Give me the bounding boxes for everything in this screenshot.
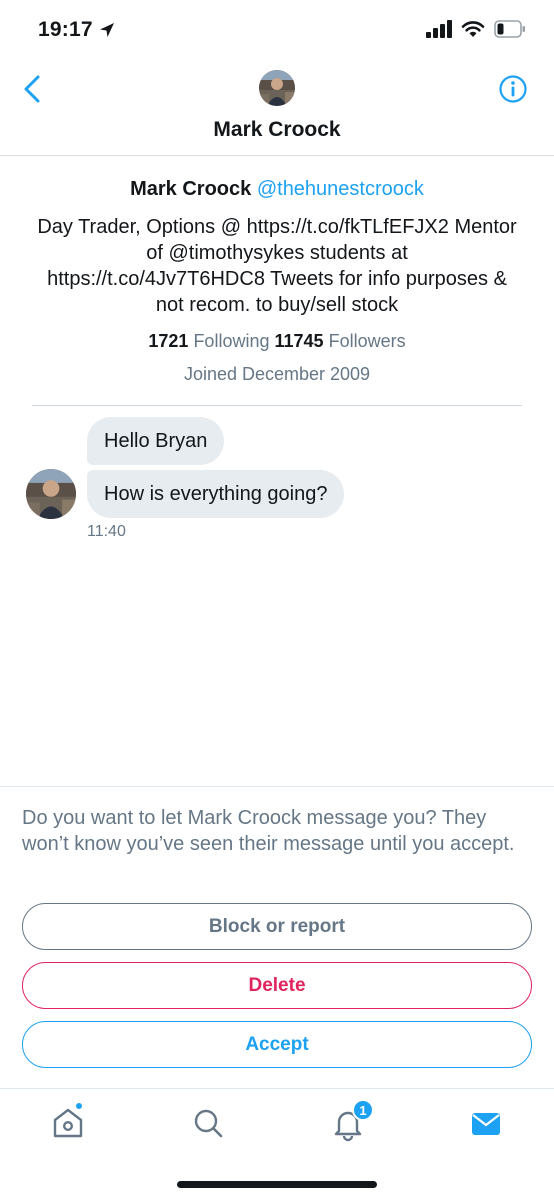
accept-button[interactable]: Accept xyxy=(22,1021,532,1068)
following-count[interactable]: 1721 xyxy=(148,331,188,351)
search-icon xyxy=(194,1109,223,1138)
tab-notifications[interactable]: 1 xyxy=(328,1099,374,1143)
notifications-badge: 1 xyxy=(352,1099,374,1121)
tab-search[interactable] xyxy=(188,1103,228,1143)
conversation-header: Mark Croock xyxy=(0,62,554,156)
location-arrow-icon xyxy=(99,23,114,37)
followers-count[interactable]: 11745 xyxy=(275,331,324,351)
message-text: How is everything going? xyxy=(104,482,328,505)
sender-avatar[interactable] xyxy=(26,469,76,519)
tab-home[interactable] xyxy=(48,1101,88,1143)
avatar-image xyxy=(259,70,295,106)
profile-stats: 1721 Following 11745 Followers xyxy=(0,328,554,354)
message-text: Hello Bryan xyxy=(104,429,208,452)
followers-label[interactable]: Followers xyxy=(329,331,406,351)
request-prompt: Do you want to let Mark Croock message y… xyxy=(22,807,515,855)
header-avatar[interactable] xyxy=(259,70,295,106)
profile-summary: Mark Croock @thehunestcroock Day Trader,… xyxy=(0,170,554,387)
status-time: 19:17 xyxy=(38,18,93,41)
profile-handle[interactable]: @thehunestcroock xyxy=(257,178,424,200)
cellular-signal-icon xyxy=(426,20,452,38)
status-time-group: 19:17 xyxy=(38,18,115,42)
mail-icon xyxy=(472,1113,500,1135)
profile-joined-date: Joined December 2009 xyxy=(183,364,371,384)
message-bubble[interactable]: Hello Bryan xyxy=(87,417,225,465)
message-request-panel: Do you want to let Mark Croock message y… xyxy=(0,786,554,1088)
home-indicator xyxy=(177,1181,377,1188)
status-indicators xyxy=(426,20,526,38)
delete-button[interactable]: Delete xyxy=(22,962,532,1009)
back-button[interactable] xyxy=(20,74,46,104)
info-button[interactable] xyxy=(498,74,528,104)
profile-bio: Day Trader, Options @ https://t.co/fkTLf… xyxy=(37,216,517,316)
battery-icon xyxy=(494,20,525,38)
block-or-report-button[interactable]: Block or report xyxy=(22,903,532,950)
back-chevron-icon xyxy=(24,75,40,103)
profile-divider xyxy=(32,405,522,406)
profile-name-line: Mark Croock @thehunestcroock xyxy=(0,170,554,208)
home-unread-dot xyxy=(74,1101,84,1111)
tab-messages[interactable] xyxy=(466,1103,506,1143)
message-bubble[interactable]: How is everything going? xyxy=(87,470,345,518)
profile-name: Mark Croock xyxy=(130,178,252,200)
message-timestamp: 11:40 xyxy=(87,523,126,540)
info-icon xyxy=(499,75,527,103)
wifi-icon xyxy=(461,21,485,37)
avatar-image xyxy=(26,469,76,519)
following-label[interactable]: Following xyxy=(193,331,269,351)
header-title: Mark Croock xyxy=(213,118,341,141)
status-bar: 19:17 xyxy=(0,0,554,62)
